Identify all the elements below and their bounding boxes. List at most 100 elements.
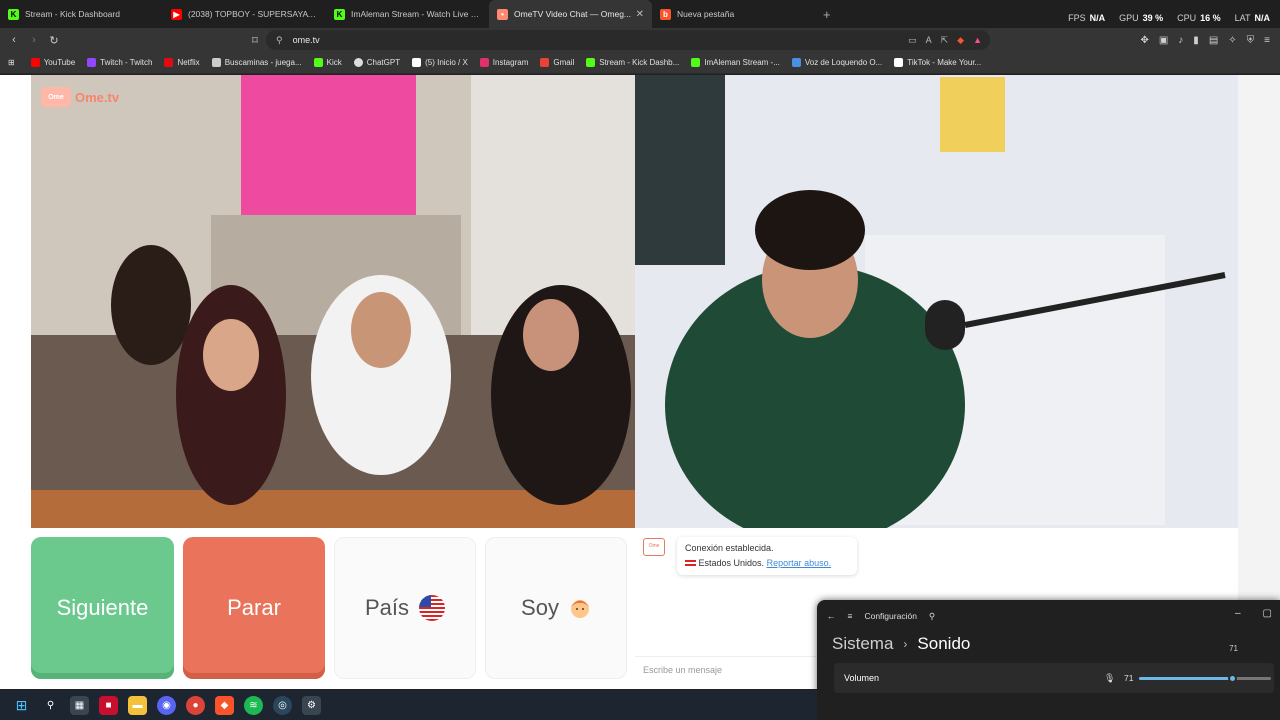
settings-titlebar: ← ≡ Configuración ⚲ xyxy=(817,600,1280,632)
address-toolbar: ‹ › ↻ ⌑ ⚲ ome.tv ▭ A ⇱ ◆ ▲ ✥ ▣ ♪ ▮ ▤ ✧ ⛨… xyxy=(0,28,1280,52)
store-icon[interactable]: ▦ xyxy=(70,695,89,715)
next-button[interactable]: Siguiente xyxy=(31,537,174,679)
ometv-logo-icon: Ome xyxy=(41,87,71,107)
brave-icon[interactable]: ◆ xyxy=(215,695,234,715)
kick-icon xyxy=(313,58,323,67)
brave-rewards-icon[interactable]: ▲ xyxy=(973,35,982,45)
minimize-icon[interactable]: – xyxy=(1235,608,1241,619)
site-info-icon[interactable]: ⚲ xyxy=(276,35,283,46)
spotify-icon[interactable]: ≋ xyxy=(244,695,263,715)
bookmarks-bar: ⊞ YouTube Twitch - Twitch Netflix Buscam… xyxy=(0,52,1280,74)
kick-icon xyxy=(691,58,701,67)
search-icon[interactable]: ⚲ xyxy=(929,611,935,622)
tab-kick-dashboard[interactable]: K Stream - Kick Dashboard xyxy=(0,0,163,28)
music-icon[interactable]: ♪ xyxy=(1178,35,1183,46)
browser-actions: ✥ ▣ ♪ ▮ ▤ ✧ ⛨ ≡ xyxy=(1140,28,1270,52)
tab-title: Nueva pestaña xyxy=(677,9,735,19)
tab-ometv[interactable]: • OmeTV Video Chat — Omeg... ✕ xyxy=(489,0,652,28)
back-icon[interactable]: ‹ xyxy=(4,34,24,46)
ometv-page: Ome Ome.tv Siguiente Parar País Soy Ome … xyxy=(0,75,1280,689)
tab-youtube[interactable]: ▶ (2038) TOPBOY - SUPERSAYAYIN (Vi... xyxy=(163,0,326,28)
volume-slider-fill xyxy=(1139,677,1233,680)
bookmark-youtube[interactable]: YouTube xyxy=(30,58,75,67)
breadcrumb-system[interactable]: Sistema xyxy=(832,634,893,654)
wallet-icon[interactable]: ▤ xyxy=(1209,35,1218,46)
bookmark-loquendo[interactable]: Voz de Loquendo O... xyxy=(791,58,882,67)
share-icon[interactable]: ⇱ xyxy=(941,35,949,46)
leo-ai-icon[interactable]: ✧ xyxy=(1228,35,1236,46)
bookmark-twitch[interactable]: Twitch - Twitch xyxy=(87,58,152,67)
file-explorer-icon[interactable]: ▬ xyxy=(128,695,147,715)
volume-slider-thumb[interactable] xyxy=(1227,674,1237,683)
bookmark-instagram[interactable]: Instagram xyxy=(479,58,528,67)
report-abuse-link[interactable]: Reportar abuso. xyxy=(767,558,832,568)
tab-new-tab[interactable]: b Nueva pestaña xyxy=(652,0,815,28)
address-bar[interactable]: ⚲ ome.tv ▭ A ⇱ ◆ ▲ xyxy=(266,30,990,50)
breadcrumb-sound: Sonido xyxy=(917,634,971,653)
bookmark-kick[interactable]: Kick xyxy=(313,58,342,67)
windows-start-icon[interactable]: ⊞ xyxy=(12,696,31,715)
chatgpt-icon xyxy=(353,58,363,67)
self-video-scene xyxy=(635,75,1239,528)
back-arrow-icon[interactable]: ← xyxy=(827,611,836,621)
microphone-icon[interactable]: 🎙 xyxy=(1104,673,1115,684)
new-tab-button[interactable]: + xyxy=(823,7,831,22)
url-text[interactable]: ome.tv xyxy=(293,35,320,45)
hamburger-menu-icon[interactable]: ≡ xyxy=(848,611,853,621)
url-actions: ▭ A ⇱ ◆ ▲ xyxy=(908,30,982,50)
bookmark-gmail[interactable]: Gmail xyxy=(540,58,574,67)
bookmark-x[interactable]: (5) Inicio / X xyxy=(412,58,468,67)
window-controls: – ▢ xyxy=(1235,608,1272,619)
chrome-icon[interactable]: ● xyxy=(186,695,205,715)
menu-icon[interactable]: ≡ xyxy=(1264,35,1270,46)
ometv-logo[interactable]: Ome Ome.tv xyxy=(41,87,119,107)
stop-button[interactable]: Parar xyxy=(183,537,325,679)
tiktok-icon xyxy=(894,58,904,67)
vpn-icon[interactable]: ⛨ xyxy=(1247,35,1255,46)
volume-slider[interactable] xyxy=(1139,674,1271,683)
netflix-icon xyxy=(164,58,174,67)
steam-icon[interactable]: ◎ xyxy=(273,695,292,715)
bookmark-chatgpt[interactable]: ChatGPT xyxy=(353,58,400,67)
bookmark-imaleman[interactable]: ImAleman Stream -... xyxy=(691,58,780,67)
close-tab-icon[interactable]: ✕ xyxy=(636,9,644,20)
boy-face-icon xyxy=(569,596,591,620)
tab-title: Stream - Kick Dashboard xyxy=(25,9,120,19)
tab-imaleman-stream[interactable]: K ImAleman Stream - Watch Live o... xyxy=(326,0,489,28)
bookmark-netflix[interactable]: Netflix xyxy=(164,58,200,67)
cpu-stat: CPU 16 % xyxy=(1177,13,1221,23)
ometv-icon: • xyxy=(497,8,508,20)
us-flag-icon xyxy=(419,595,446,621)
bookmark-buscaminas[interactable]: Buscaminas - juega... xyxy=(211,58,302,67)
maximize-icon[interactable]: ▢ xyxy=(1263,608,1272,619)
cast-icon[interactable]: ▭ xyxy=(908,35,917,46)
settings-icon[interactable]: ⚙ xyxy=(302,695,321,715)
sidebar-icon[interactable]: ▮ xyxy=(1193,35,1199,46)
connection-message: Conexión establecida. Estados Unidos. Re… xyxy=(677,537,857,575)
extensions-icon[interactable]: ✥ xyxy=(1140,35,1148,46)
country-filter-button[interactable]: País xyxy=(334,537,476,679)
gender-select-button[interactable]: Soy xyxy=(485,537,627,679)
brave-icon: b xyxy=(660,8,671,20)
apps-grid-icon[interactable]: ⊞ xyxy=(8,58,15,67)
translate-icon[interactable]: A xyxy=(926,35,932,45)
bookmark-icon[interactable]: ⌑ xyxy=(245,34,265,47)
forward-icon[interactable]: › xyxy=(24,34,44,46)
twitch-icon xyxy=(87,58,97,67)
ometv-chat-icon: Ome xyxy=(643,538,665,556)
search-icon[interactable]: ⚲ xyxy=(41,696,60,715)
reload-icon[interactable]: ↻ xyxy=(44,34,64,47)
gmail-icon xyxy=(540,58,550,67)
discord-icon[interactable]: ◉ xyxy=(157,695,176,715)
bookmark-tiktok[interactable]: TikTok - Make Your... xyxy=(894,58,981,67)
tab-title: OmeTV Video Chat — Omeg... xyxy=(514,9,631,19)
windows-taskbar: ⊞ ⚲ ▦ ■ ▬ ◉ ● ◆ ≋ ◎ ⚙ xyxy=(0,690,817,720)
bookmark-kick-dashboard[interactable]: Stream - Kick Dashb... xyxy=(586,58,679,67)
instagram-icon xyxy=(479,58,489,67)
settings-window: ← ≡ Configuración ⚲ – ▢ Sistema › Sonido… xyxy=(817,600,1280,720)
screenshot-icon[interactable]: ▣ xyxy=(1159,35,1168,46)
app-icon[interactable]: ■ xyxy=(99,695,118,715)
brave-shield-icon[interactable]: ◆ xyxy=(957,35,964,46)
us-flag-icon xyxy=(685,559,696,568)
audio-wave-icon xyxy=(791,58,801,67)
